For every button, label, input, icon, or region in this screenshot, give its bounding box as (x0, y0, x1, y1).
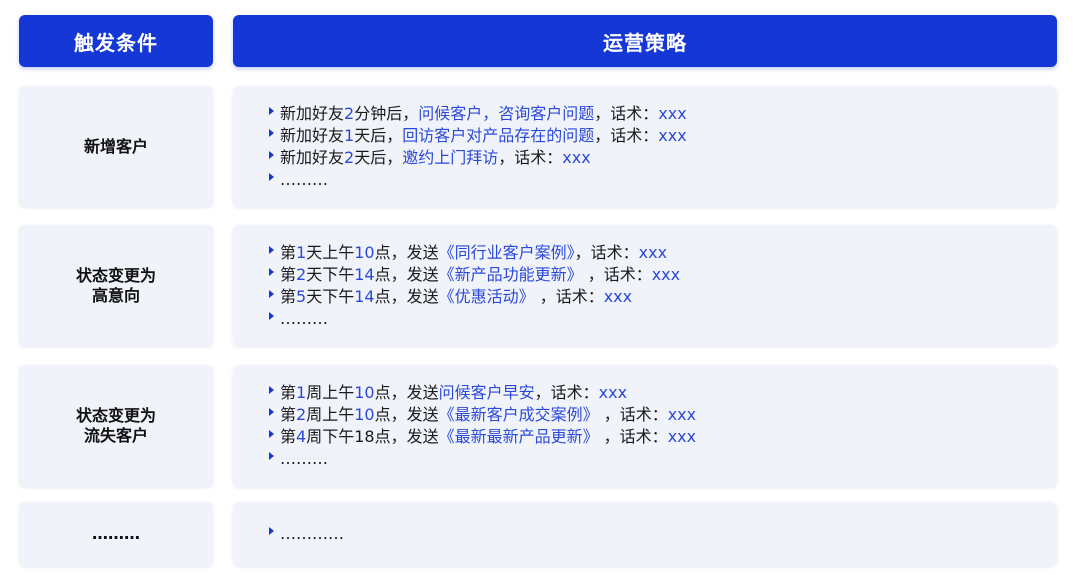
strategy-line: 新加好友2天后，邀约上门拜访，话术：xxx (269, 147, 687, 169)
strategy-line: 新加好友1天后，回访客户对产品存在的问题，话术：xxx (269, 125, 687, 147)
strategy-cell-more: ………… (233, 502, 1057, 566)
strategy-line: 第1天上午10点，发送《同行业客户案例》，话术：xxx (269, 242, 680, 264)
strategy-line: 第5天下午14点，发送《优惠活动》 ，话术：xxx (269, 286, 680, 308)
strategy-line-ellipsis: ……… (269, 448, 696, 470)
trigger-label: 状态变更为 高意向 (75, 265, 156, 305)
trigger-label: 新增客户 (83, 136, 148, 156)
strategy-cell-churned: 第1周上午10点，发送问候客户早安，话术：xxx 第2周上午10点，发送《最新客… (233, 365, 1057, 487)
strategy-cell-high-intent: 第1天上午10点，发送《同行业客户案例》，话术：xxx 第2天下午14点，发送《… (233, 225, 1057, 346)
trigger-cell-high-intent: 状态变更为 高意向 (19, 225, 213, 346)
strategy-line-ellipsis: ……… (269, 308, 680, 330)
strategy-line-ellipsis: ………… (269, 523, 344, 545)
strategy-line: 第2天下午14点，发送《新产品功能更新》 ，话术：xxx (269, 264, 680, 286)
trigger-cell-churned: 状态变更为 流失客户 (19, 365, 213, 487)
strategy-cell-new-customer: 新加好友2分钟后，问候客户，咨询客户问题，话术：xxx 新加好友1天后，回访客户… (233, 86, 1057, 207)
header-trigger: 触发条件 (19, 15, 213, 67)
strategy-line: 第2周上午10点，发送《最新客户成交案例》 ，话术：xxx (269, 404, 696, 426)
strategy-line: 第1周上午10点，发送问候客户早安，话术：xxx (269, 382, 696, 404)
strategy-table: 触发条件 运营策略 新增客户 新加好友2分钟后，问候客户，咨询客户问题，话术：x… (0, 0, 1080, 575)
trigger-cell-more: ……… (19, 502, 213, 566)
strategy-line: 第4周下午18点，发送《最新最新产品更新》 ，话术：xxx (269, 426, 696, 448)
trigger-cell-new-customer: 新增客户 (19, 86, 213, 207)
trigger-label: 状态变更为 流失客户 (75, 406, 156, 445)
header-strategy: 运营策略 (233, 15, 1057, 67)
strategy-line: 新加好友2分钟后，问候客户，咨询客户问题，话术：xxx (269, 103, 687, 125)
strategy-line-ellipsis: ……… (269, 169, 687, 191)
trigger-label: ……… (92, 524, 140, 543)
